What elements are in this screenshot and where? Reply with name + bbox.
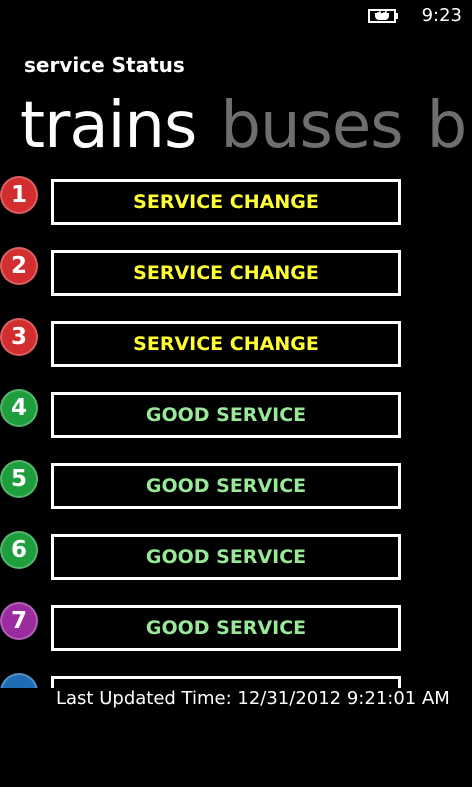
pivot-header: trains busesbi xyxy=(20,86,472,166)
status-box[interactable]: GOOD SERVICE xyxy=(51,463,401,509)
line-badge-3: 3 xyxy=(0,318,38,356)
status-box[interactable]: SERVICE CHANGE xyxy=(51,321,401,367)
status-box[interactable]: GOOD SERVICE xyxy=(51,534,401,580)
status-box[interactable]: GOOD SERVICE xyxy=(51,605,401,651)
status-box[interactable] xyxy=(51,676,401,688)
status-box[interactable]: GOOD SERVICE xyxy=(51,392,401,438)
status-box[interactable]: SERVICE CHANGE xyxy=(51,179,401,225)
list-item[interactable]: 7 GOOD SERVICE xyxy=(0,596,472,651)
list-item[interactable]: 2 SERVICE CHANGE xyxy=(0,241,472,296)
list-item[interactable]: 4 GOOD SERVICE xyxy=(0,383,472,438)
list-item[interactable]: 5 GOOD SERVICE xyxy=(0,454,472,509)
tab-buses[interactable]: buses xyxy=(220,89,403,163)
line-badge-1: 1 xyxy=(0,176,38,214)
line-badge-2: 2 xyxy=(0,247,38,285)
status-box[interactable]: SERVICE CHANGE xyxy=(51,250,401,296)
list-item[interactable]: 3 SERVICE CHANGE xyxy=(0,312,472,367)
tab-trains[interactable]: trains xyxy=(20,89,197,163)
line-badge-partial xyxy=(0,673,38,688)
line-badge-6: 6 xyxy=(0,531,38,569)
line-badge-7: 7 xyxy=(0,602,38,640)
line-badge-4: 4 xyxy=(0,389,38,427)
line-badge-5: 5 xyxy=(0,460,38,498)
battery-charging-icon xyxy=(368,9,398,23)
clock: 9:23 xyxy=(421,5,462,26)
status-bar: 9:23 xyxy=(0,0,472,32)
list-item[interactable]: 6 GOOD SERVICE xyxy=(0,525,472,580)
tab-bridges[interactable]: bi xyxy=(427,89,472,163)
last-updated-time: Last Updated Time: 12/31/2012 9:21:01 AM xyxy=(56,688,450,709)
list-item[interactable]: 1 SERVICE CHANGE xyxy=(0,170,472,225)
list-item[interactable] xyxy=(0,667,472,688)
app-title: service Status xyxy=(24,53,185,77)
train-line-list[interactable]: 1 SERVICE CHANGE 2 SERVICE CHANGE 3 SERV… xyxy=(0,170,472,688)
